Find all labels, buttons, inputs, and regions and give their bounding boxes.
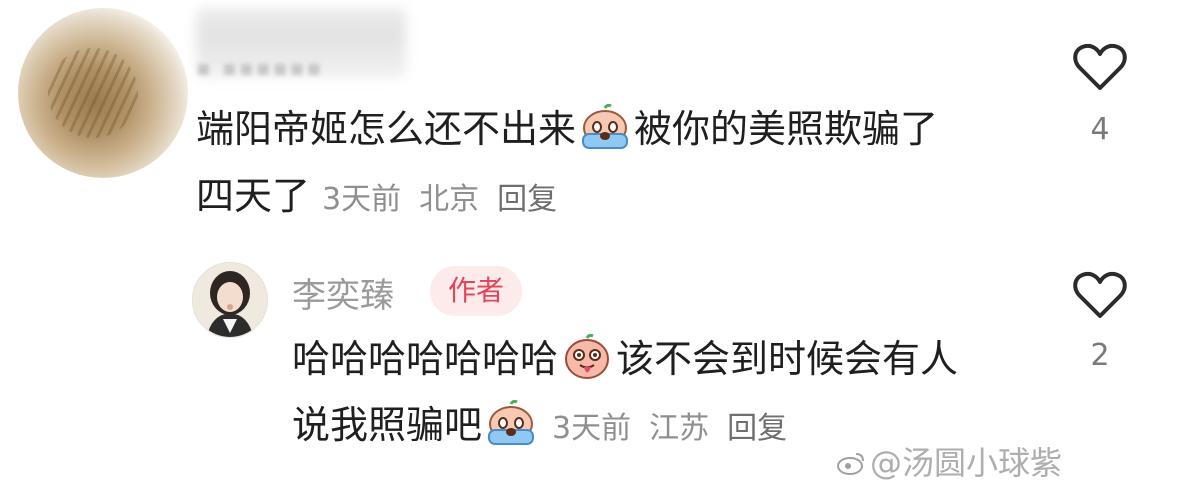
- reply-text-part2: 该不会到时候会有人: [616, 337, 959, 381]
- reply-reply-button[interactable]: 回复: [727, 411, 787, 446]
- comment-reply-button[interactable]: 回复: [497, 182, 557, 217]
- comment-text-part2: 被你的美照欺骗了: [634, 107, 939, 151]
- comment-text-line1: 端阳帝姬怎么还不出来 被你的美照欺骗了: [196, 104, 938, 153]
- reply-timestamp: 3天前: [552, 411, 632, 446]
- tongue-out-dumpling-emoji-icon: [565, 334, 610, 379]
- reply-text-line1: 哈哈哈哈哈哈哈 该不会到时候会有人: [292, 334, 958, 383]
- crying-dumpling-emoji-icon: [488, 400, 535, 445]
- reply-text-part3: 说我照骗吧: [292, 403, 483, 447]
- comment-text-part1: 端阳帝姬怎么还不出来: [196, 107, 577, 151]
- comment-text-part3: 四天了: [196, 174, 311, 218]
- author-badge: 作者: [430, 266, 522, 316]
- reply-like-heart-icon[interactable]: [1072, 270, 1128, 320]
- author-avatar[interactable]: [192, 262, 268, 338]
- commenter-avatar[interactable]: [18, 8, 188, 178]
- watermark-text: @汤圆小球紫: [870, 444, 1063, 482]
- commenter-username-blurred-text: ▪ ▪▪▪▪▪▪: [196, 56, 324, 81]
- comment-timestamp: 3天前: [322, 182, 402, 217]
- comment-like-count: 4: [1090, 112, 1110, 147]
- weibo-logo-icon: [837, 453, 864, 475]
- crying-dumpling-emoji-icon: [582, 104, 629, 149]
- weibo-watermark: @汤圆小球紫: [836, 438, 1062, 484]
- author-username[interactable]: 李奕臻: [292, 268, 394, 317]
- comment-like-heart-icon[interactable]: [1072, 42, 1128, 92]
- comment-text-line2: 四天了 3天前 北京 回复: [196, 172, 557, 224]
- reply-location: 江苏: [649, 411, 710, 446]
- author-avatar-portrait-icon: [193, 263, 267, 337]
- comment-location: 北京: [419, 182, 480, 217]
- reply-text-part1: 哈哈哈哈哈哈哈: [292, 337, 559, 381]
- reply-like-count: 2: [1090, 338, 1110, 373]
- comment-thread: ▪ ▪▪▪▪▪▪ 端阳帝姬怎么还不出来 被你的美照欺骗了 四天了 3天前 北京 回复 …: [0, 0, 1179, 489]
- reply-text-line2: 说我照骗吧 3天前 江苏 回复: [292, 400, 787, 453]
